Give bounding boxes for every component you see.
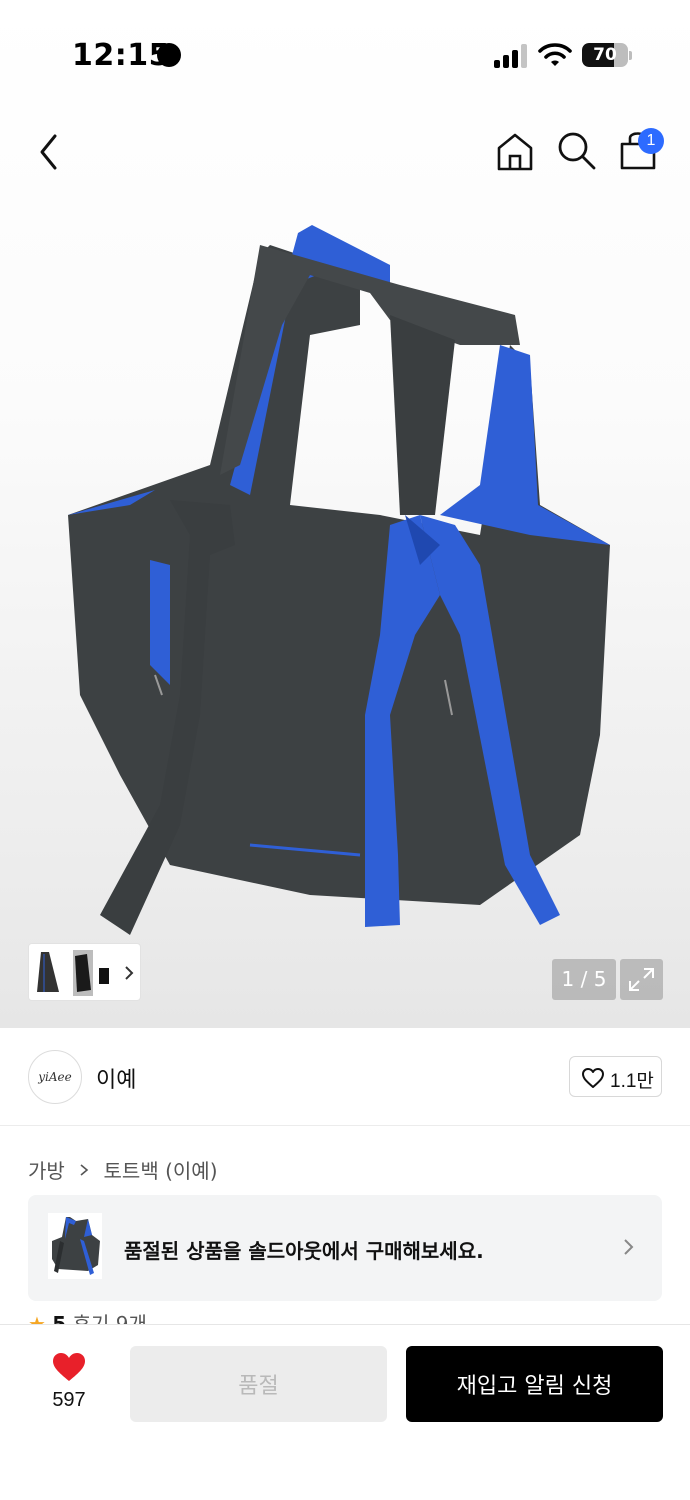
- brand-row: yiAee 이예 1.1만: [0, 1028, 690, 1126]
- brand-logo[interactable]: yiAee: [28, 1050, 82, 1104]
- soldout-banner[interactable]: 품절된 상품을 솔드아웃에서 구매해보세요.: [28, 1195, 662, 1301]
- home-icon: [497, 133, 533, 171]
- home-button[interactable]: [492, 128, 538, 174]
- bottom-action-bar: 597 품절 재입고 알림 신청: [0, 1324, 690, 1500]
- brand-name[interactable]: 이예: [96, 1062, 136, 1094]
- product-image-gallery[interactable]: 1 1 / 5: [0, 0, 690, 1028]
- product-image: [68, 225, 610, 935]
- back-button[interactable]: [30, 128, 70, 176]
- breadcrumb: 가방 토트백 (이예): [28, 1155, 218, 1184]
- page-indicator: 1 / 5: [552, 959, 616, 1000]
- rating-summary[interactable]: ★ 5 후기 9개: [28, 1308, 147, 1324]
- breadcrumb-separator-icon: [80, 1163, 89, 1176]
- status-bar: 12:15 70: [0, 0, 690, 110]
- expand-icon: [629, 968, 654, 991]
- cellular-signal-icon: [494, 44, 528, 68]
- status-time: 12:15: [72, 38, 170, 73]
- cart-button[interactable]: 1: [614, 124, 666, 174]
- star-icon: ★: [28, 1312, 46, 1324]
- thumbnail-strip[interactable]: [28, 943, 141, 1001]
- back-chevron-icon: [40, 134, 57, 170]
- expand-button[interactable]: [620, 959, 663, 1000]
- wish-button[interactable]: 597: [30, 1349, 108, 1419]
- breadcrumb-item-bag[interactable]: 가방: [28, 1159, 65, 1183]
- battery-icon: 70: [582, 43, 628, 67]
- review-count: 후기 9개: [72, 1312, 147, 1324]
- cart-count-badge: 1: [638, 128, 664, 154]
- search-icon: [558, 132, 596, 170]
- battery-tip: [629, 51, 632, 60]
- heart-outline-icon: [582, 1068, 604, 1088]
- recording-dot-icon: [157, 43, 181, 67]
- wish-count: 597: [52, 1389, 86, 1411]
- brand-like-count: 1.1만: [610, 1071, 654, 1092]
- rating-score: 5: [52, 1312, 67, 1324]
- thumbnail-images: [29, 944, 119, 1000]
- restock-alert-button[interactable]: 재입고 알림 신청: [406, 1346, 663, 1422]
- thumbnail-chevron-icon: [125, 966, 134, 980]
- heart-filled-icon: [53, 1353, 85, 1381]
- search-button[interactable]: [554, 128, 600, 174]
- soldout-button[interactable]: 품절: [130, 1346, 387, 1422]
- banner-product-thumbnail: [48, 1213, 102, 1279]
- soldout-banner-text: 품절된 상품을 솔드아웃에서 구매해보세요.: [124, 1239, 484, 1263]
- breadcrumb-item-tote[interactable]: 토트백 (이예): [104, 1159, 218, 1183]
- brand-like-button[interactable]: 1.1만: [569, 1056, 662, 1097]
- chevron-right-icon: [624, 1239, 634, 1255]
- wifi-icon: [538, 43, 572, 66]
- battery-level: 70: [593, 45, 617, 65]
